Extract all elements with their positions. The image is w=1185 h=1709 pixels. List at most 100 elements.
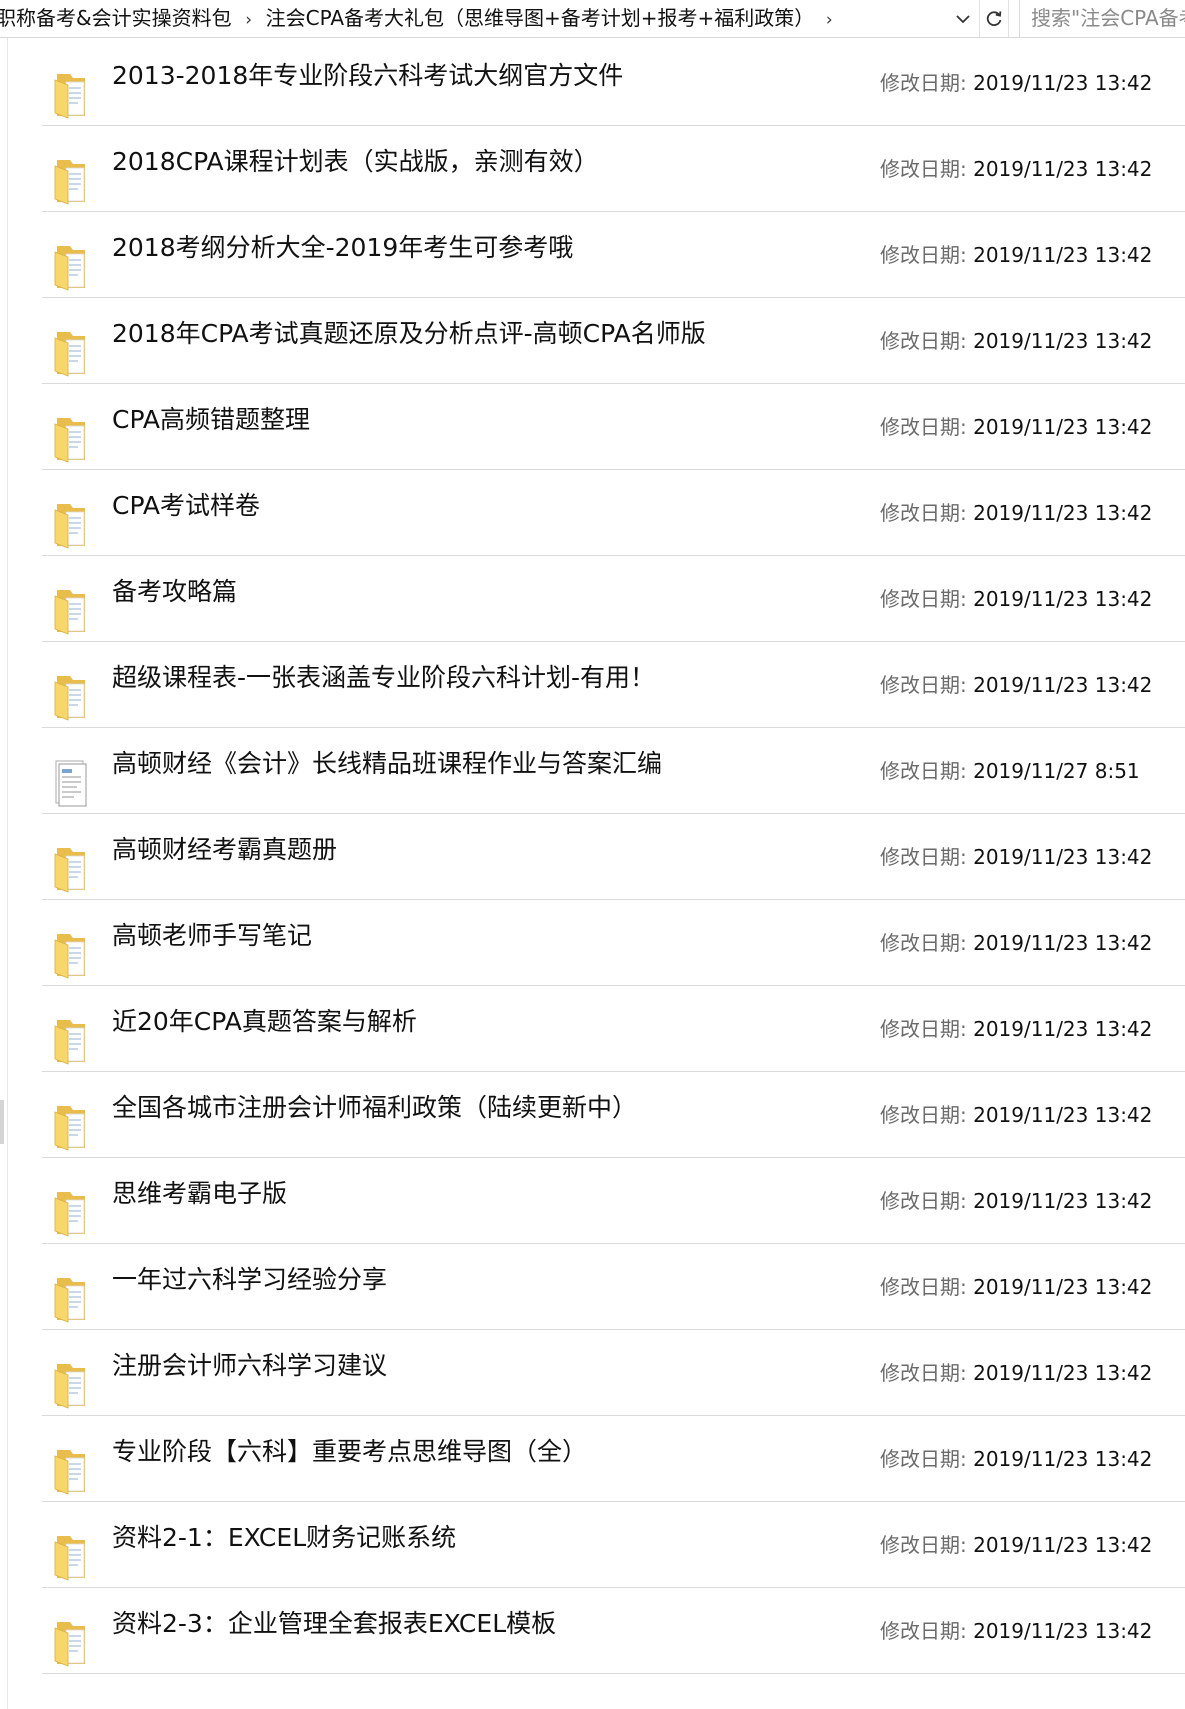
file-name[interactable]: 高顿老师手写笔记 [112,920,312,952]
file-modified-date: 修改日期: 2019/11/23 13:42 [880,1188,1152,1214]
file-row[interactable]: 思维考霸电子版 修改日期: 2019/11/23 13:42 [42,1158,1185,1244]
file-row[interactable]: 近20年CPA真题答案与解析 修改日期: 2019/11/23 13:42 [42,986,1185,1072]
date-label: 修改日期: [880,1533,974,1557]
folder-icon [52,329,90,377]
file-row[interactable]: CPA考试样卷 修改日期: 2019/11/23 13:42 [42,470,1185,556]
chevron-right-icon[interactable]: › [814,2,844,37]
folder-icon [52,1361,90,1409]
date-label: 修改日期: [880,71,974,95]
file-name[interactable]: 专业阶段【六科】重要考点思维导图（全） [112,1436,587,1468]
file-row[interactable]: 高顿财经考霸真题册 修改日期: 2019/11/23 13:42 [42,814,1185,900]
date-value: 2019/11/23 13:42 [973,157,1153,181]
file-name[interactable]: 注册会计师六科学习建议 [112,1350,387,1382]
file-row[interactable]: 注册会计师六科学习建议 修改日期: 2019/11/23 13:42 [42,1330,1185,1416]
date-label: 修改日期: [880,157,974,181]
file-row[interactable]: 高顿财经《会计》长线精品班课程作业与答案汇编 修改日期: 2019/11/27 … [42,728,1185,814]
search-input[interactable] [1031,6,1185,30]
file-row[interactable]: 全国各城市注册会计师福利政策（陆续更新中） 修改日期: 2019/11/23 1… [42,1072,1185,1158]
file-row[interactable]: 2013-2018年专业阶段六科考试大纲官方文件 修改日期: 2019/11/2… [42,40,1185,126]
breadcrumb-item-parent[interactable]: 职称备考&会计实操资料包 [0,6,232,30]
date-value: 2019/11/23 13:42 [973,415,1153,439]
date-value: 2019/11/23 13:42 [973,673,1153,697]
file-name[interactable]: 近20年CPA真题答案与解析 [112,1006,417,1038]
file-name[interactable]: 资料2-1：EXCEL财务记账系统 [112,1522,456,1554]
file-row[interactable]: CPA高频错题整理 修改日期: 2019/11/23 13:42 [42,384,1185,470]
folder-icon [52,415,90,463]
file-modified-date: 修改日期: 2019/11/23 13:42 [880,586,1152,612]
file-name[interactable]: CPA考试样卷 [112,490,260,522]
folder-icon [52,931,90,979]
date-value: 2019/11/23 13:42 [973,71,1153,95]
file-modified-date: 修改日期: 2019/11/23 13:42 [880,672,1152,698]
file-row[interactable]: 备考攻略篇 修改日期: 2019/11/23 13:42 [42,556,1185,642]
date-value: 2019/11/23 13:42 [973,501,1153,525]
file-name[interactable]: 一年过六科学习经验分享 [112,1264,387,1296]
file-modified-date: 修改日期: 2019/11/23 13:42 [880,1360,1152,1386]
file-row[interactable]: 2018考纲分析大全-2019年考生可参考哦 修改日期: 2019/11/23 … [42,212,1185,298]
date-label: 修改日期: [880,931,974,955]
file-name[interactable]: CPA高频错题整理 [112,404,310,436]
refresh-button[interactable] [979,0,1009,37]
date-label: 修改日期: [880,415,974,439]
folder-icon [52,1533,90,1581]
folder-icon [52,1017,90,1065]
address-history-dropdown-button[interactable] [950,0,976,37]
file-name[interactable]: 高顿财经考霸真题册 [112,834,337,866]
file-list: 2013-2018年专业阶段六科考试大纲官方文件 修改日期: 2019/11/2… [42,40,1185,1674]
file-modified-date: 修改日期: 2019/11/23 13:42 [880,930,1152,956]
date-value: 2019/11/23 13:42 [973,587,1153,611]
file-row[interactable]: 资料2-1：EXCEL财务记账系统 修改日期: 2019/11/23 13:42 [42,1502,1185,1588]
navigation-pane-scroll-thumb[interactable] [0,1100,4,1144]
file-row[interactable]: 专业阶段【六科】重要考点思维导图（全） 修改日期: 2019/11/23 13:… [42,1416,1185,1502]
date-label: 修改日期: [880,329,974,353]
file-name[interactable]: 2013-2018年专业阶段六科考试大纲官方文件 [112,60,623,92]
file-name[interactable]: 超级课程表-一张表涵盖专业阶段六科计划-有用！ [112,662,655,694]
date-label: 修改日期: [880,1361,974,1385]
file-row[interactable]: 超级课程表-一张表涵盖专业阶段六科计划-有用！ 修改日期: 2019/11/23… [42,642,1185,728]
file-name[interactable]: 2018考纲分析大全-2019年考生可参考哦 [112,232,573,264]
date-value: 2019/11/23 13:42 [973,1103,1153,1127]
navigation-pane-edge[interactable] [0,38,8,1709]
search-box[interactable] [1019,0,1185,37]
file-name[interactable]: 2018年CPA考试真题还原及分析点评-高顿CPA名师版 [112,318,706,350]
folder-icon [52,157,90,205]
folder-icon [52,1619,90,1667]
folder-icon [52,587,90,635]
folder-icon [52,1447,90,1495]
file-modified-date: 修改日期: 2019/11/23 13:42 [880,242,1152,268]
date-value: 2019/11/23 13:42 [973,1619,1153,1643]
document-icon [52,759,90,807]
date-value: 2019/11/23 13:42 [973,1017,1153,1041]
date-value: 2019/11/23 13:42 [973,243,1153,267]
breadcrumb-item-current[interactable]: 注会CPA备考大礼包（思维导图+备考计划+报考+福利政策） [266,6,815,30]
file-name[interactable]: 2018CPA课程计划表（实战版，亲测有效） [112,146,599,178]
file-name[interactable]: 高顿财经《会计》长线精品班课程作业与答案汇编 [112,748,662,780]
file-row[interactable]: 2018年CPA考试真题还原及分析点评-高顿CPA名师版 修改日期: 2019/… [42,298,1185,384]
refresh-icon [986,10,1002,26]
file-row[interactable]: 一年过六科学习经验分享 修改日期: 2019/11/23 13:42 [42,1244,1185,1330]
date-label: 修改日期: [880,1275,974,1299]
date-value: 2019/11/23 13:42 [973,845,1153,869]
file-name[interactable]: 资料2-3：企业管理全套报表EXCEL模板 [112,1608,556,1640]
date-value: 2019/11/23 13:42 [973,1447,1153,1471]
breadcrumb: 职称备考&会计实操资料包 › 注会CPA备考大礼包（思维导图+备考计划+报考+福利政… [0,0,950,37]
chevron-right-icon[interactable]: › [232,2,266,37]
date-label: 修改日期: [880,243,974,267]
file-name[interactable]: 思维考霸电子版 [112,1178,287,1210]
chevron-down-icon [956,14,970,23]
file-name[interactable]: 全国各城市注册会计师福利政策（陆续更新中） [112,1092,637,1124]
date-value: 2019/11/23 13:42 [973,1533,1153,1557]
file-modified-date: 修改日期: 2019/11/23 13:42 [880,1446,1152,1472]
folder-icon [52,243,90,291]
file-row[interactable]: 2018CPA课程计划表（实战版，亲测有效） 修改日期: 2019/11/23 … [42,126,1185,212]
date-value: 2019/11/23 13:42 [973,1189,1153,1213]
date-label: 修改日期: [880,1103,974,1127]
file-row[interactable]: 资料2-3：企业管理全套报表EXCEL模板 修改日期: 2019/11/23 1… [42,1588,1185,1674]
folder-icon [52,71,90,119]
file-name[interactable]: 备考攻略篇 [112,576,237,608]
date-label: 修改日期: [880,1447,974,1471]
date-label: 修改日期: [880,1017,974,1041]
folder-icon [52,1103,90,1151]
file-row[interactable]: 高顿老师手写笔记 修改日期: 2019/11/23 13:42 [42,900,1185,986]
folder-icon [52,845,90,893]
